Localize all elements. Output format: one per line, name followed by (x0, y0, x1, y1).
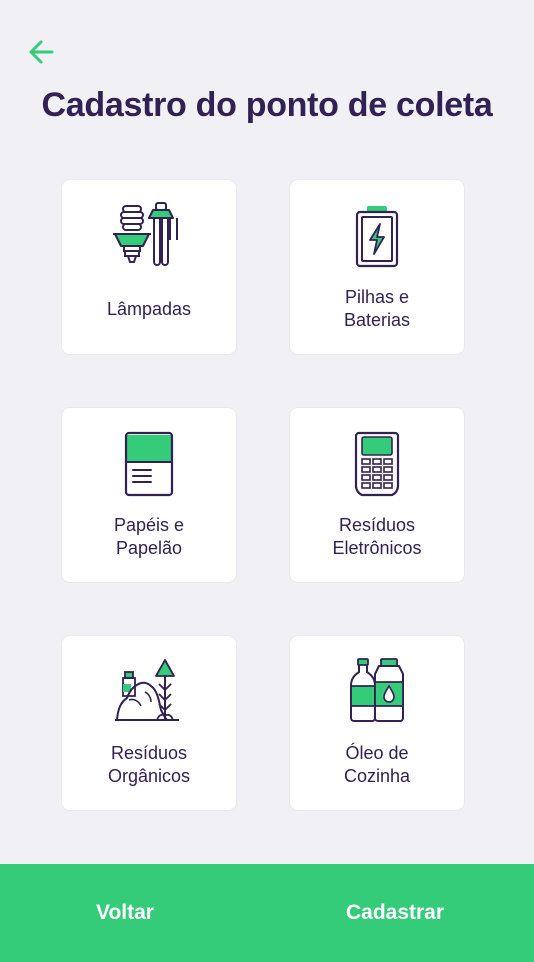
battery-icon (337, 200, 417, 270)
oil-icon (337, 656, 417, 726)
electronics-icon (337, 428, 417, 498)
item-card-organic[interactable]: Resíduos Orgânicos (62, 636, 236, 810)
item-label: Resíduos Eletrônicos (332, 515, 422, 558)
arrow-left-icon (29, 40, 54, 64)
item-label: Óleo de Cozinha (343, 743, 411, 786)
item-card-electronics[interactable]: Resíduos Eletrônicos (290, 408, 464, 582)
paper-icon (109, 428, 189, 498)
back-button[interactable] (24, 34, 60, 70)
item-label: Lâmpadas (106, 298, 192, 319)
item-label: Pilhas e Baterias (343, 287, 411, 330)
submit-button[interactable]: Cadastrar (310, 864, 480, 962)
lamps-icon (109, 200, 189, 270)
item-card-batteries[interactable]: Pilhas e Baterias (290, 180, 464, 354)
item-label: Resíduos Orgânicos (107, 743, 191, 786)
page-title: Cadastro do ponto de coleta (41, 86, 493, 124)
item-card-oil[interactable]: Óleo de Cozinha (290, 636, 464, 810)
item-label: Papéis e Papelão (113, 515, 185, 558)
bottom-action-bar: Voltar Cadastrar (0, 864, 534, 962)
item-card-lamps[interactable]: Lâmpadas (62, 180, 236, 354)
organic-icon (109, 656, 189, 726)
item-card-paper[interactable]: Papéis e Papelão (62, 408, 236, 582)
back-text-button[interactable]: Voltar (40, 864, 210, 962)
